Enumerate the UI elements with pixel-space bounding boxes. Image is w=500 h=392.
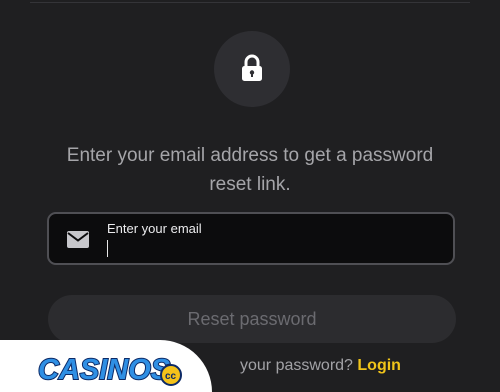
- watermark-logo: CASINOS cc: [0, 340, 212, 392]
- lock-badge: [214, 31, 290, 107]
- login-link[interactable]: Login: [357, 357, 401, 374]
- lock-icon: [242, 54, 262, 81]
- svg-text:cc: cc: [165, 371, 177, 382]
- text-caret: [107, 240, 108, 257]
- casinos-logo: CASINOS cc: [37, 353, 182, 387]
- svg-text:CASINOS: CASINOS: [38, 354, 171, 386]
- envelope-icon: [67, 231, 89, 248]
- login-prompt-text: your password?: [240, 357, 353, 374]
- top-divider: [30, 2, 470, 3]
- email-field-label: Enter your email: [107, 221, 202, 236]
- reset-password-button[interactable]: Reset password: [48, 295, 456, 343]
- email-field[interactable]: Enter your email: [47, 212, 455, 265]
- reset-instruction-text: Enter your email address to get a passwo…: [66, 145, 434, 195]
- login-prompt: your password? Login: [240, 357, 401, 375]
- email-input[interactable]: [105, 239, 435, 259]
